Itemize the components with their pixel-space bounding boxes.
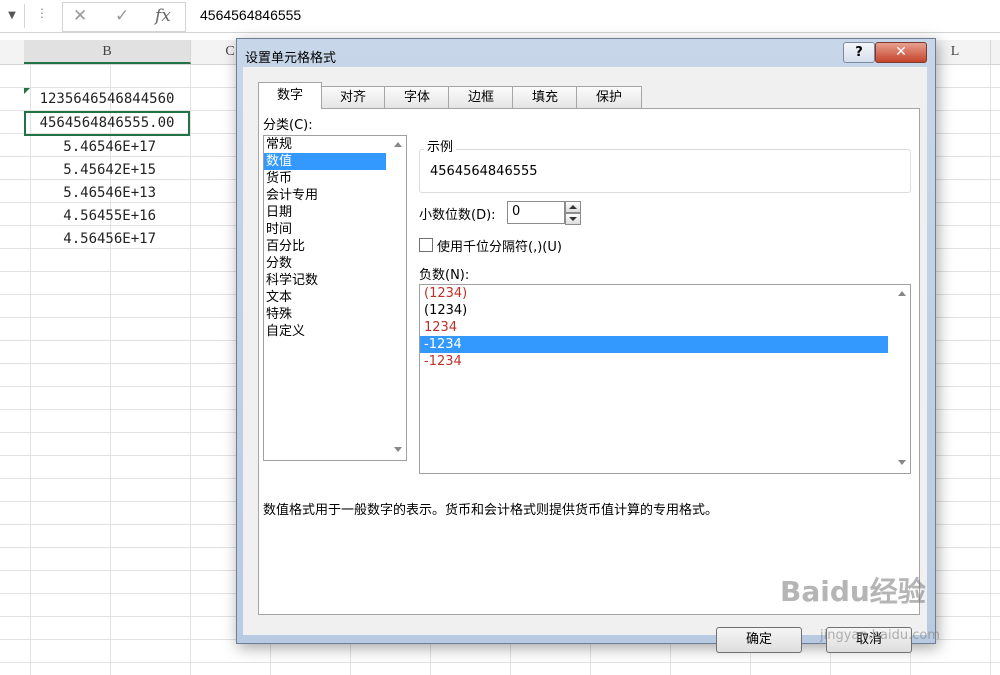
decimal-places-label: 小数位数(D): xyxy=(419,208,496,223)
name-box-dropdown[interactable]: ▼ xyxy=(0,4,25,28)
sample-value: 4564564846555 xyxy=(430,164,538,179)
format-description: 数值格式用于一般数字的表示。货币和会计格式则提供货币值计算的专用格式。 xyxy=(263,503,719,518)
category-item-number[interactable]: 数值 xyxy=(264,153,386,170)
tab-font[interactable]: 字体 xyxy=(384,86,450,108)
tab-border[interactable]: 边框 xyxy=(448,86,514,108)
category-item-accounting[interactable]: 会计专用 xyxy=(264,187,386,204)
watermark-url: jingyan.baidu.com xyxy=(820,628,940,643)
category-item-text[interactable]: 文本 xyxy=(264,289,386,306)
negative-scrollbar[interactable] xyxy=(894,285,910,471)
negative-option-selected[interactable]: -1234 xyxy=(420,336,888,353)
negative-option[interactable]: (1234) xyxy=(420,302,888,319)
scroll-down-icon[interactable] xyxy=(394,447,402,452)
category-scrollbar[interactable] xyxy=(390,136,406,458)
category-list[interactable]: 常规 数值 货币 会计专用 日期 时间 百分比 分数 科学记数 文本 特殊 自定… xyxy=(263,135,407,461)
cell-b5[interactable]: 5.45642E+15 xyxy=(24,159,190,182)
formula-bar: ▼ ⋮ ✕ ✓ fx 4564564846555 xyxy=(0,0,1000,33)
column-header-b[interactable]: B xyxy=(24,40,191,64)
cell-b8[interactable]: 4.56456E+17 xyxy=(24,228,190,251)
category-item-general[interactable]: 常规 xyxy=(264,136,386,153)
chevron-down-icon xyxy=(569,217,577,221)
category-item-currency[interactable]: 货币 xyxy=(264,170,386,187)
increment-button[interactable] xyxy=(565,201,581,213)
sample-label: 示例 xyxy=(424,136,457,155)
insert-function-icon[interactable]: fx xyxy=(155,6,171,26)
formula-input[interactable]: 4564564846555 xyxy=(200,7,301,23)
cell-b6[interactable]: 5.46546E+13 xyxy=(24,182,190,205)
thousands-separator-label[interactable]: 使用千位分隔符(,)(U) xyxy=(437,236,562,255)
formula-bar-grip-icon: ⋮ xyxy=(36,6,48,20)
number-tab-panel: 分类(C): 常规 数值 货币 会计专用 日期 时间 百分比 分数 科学记数 文… xyxy=(258,108,920,615)
chevron-up-icon xyxy=(569,205,577,209)
negative-option[interactable]: 1234 xyxy=(420,319,888,336)
error-indicator-icon[interactable] xyxy=(24,88,30,94)
scroll-down-icon[interactable] xyxy=(898,460,906,465)
tab-fill[interactable]: 填充 xyxy=(512,86,578,108)
category-item-special[interactable]: 特殊 xyxy=(264,306,386,323)
category-label: 分类(C): xyxy=(263,118,313,133)
category-item-custom[interactable]: 自定义 xyxy=(264,323,386,340)
help-button[interactable]: ? xyxy=(843,42,875,63)
tab-number[interactable]: 数字 xyxy=(258,82,322,109)
negative-option[interactable]: -1234 xyxy=(420,353,888,370)
category-item-scientific[interactable]: 科学记数 xyxy=(264,272,386,289)
confirm-entry-icon[interactable]: ✓ xyxy=(115,6,129,26)
dialog-body: 数字 对齐 字体 边框 填充 保护 分类(C): 常规 数值 货币 会计专用 日… xyxy=(243,67,927,653)
decrement-button[interactable] xyxy=(565,213,581,225)
sample-group: 4564564846555 xyxy=(419,149,911,193)
decimal-places-value: 0 xyxy=(512,204,521,219)
cell-b7[interactable]: 4.56455E+16 xyxy=(24,205,190,228)
cancel-entry-icon[interactable]: ✕ xyxy=(73,6,87,26)
close-button[interactable]: ✕ xyxy=(875,42,927,63)
decimal-places-stepper[interactable] xyxy=(565,201,581,225)
column-b-cells: 1235646546844560 4564564846555.00 5.4654… xyxy=(24,88,190,251)
negative-numbers-list[interactable]: (1234) (1234) 1234 -1234 -1234 xyxy=(419,284,911,474)
scroll-up-icon[interactable] xyxy=(394,142,402,147)
category-item-fraction[interactable]: 分数 xyxy=(264,255,386,272)
format-cells-dialog: 设置单元格格式 ? ✕ 数字 对齐 字体 边框 填充 保护 分类(C): 常规 … xyxy=(236,38,936,653)
thousands-separator-checkbox[interactable] xyxy=(419,238,433,252)
category-item-time[interactable]: 时间 xyxy=(264,221,386,238)
formula-bar-buttons: ✕ ✓ fx xyxy=(62,2,186,32)
decimal-places-input[interactable]: 0 xyxy=(507,201,565,224)
ok-button[interactable]: 确定 xyxy=(716,627,802,653)
scroll-up-icon[interactable] xyxy=(898,291,906,296)
category-item-date[interactable]: 日期 xyxy=(264,204,386,221)
cell-b2[interactable]: 1235646546844560 xyxy=(24,88,190,111)
cell-b4[interactable]: 5.46546E+17 xyxy=(24,136,190,159)
watermark-logo: Baidu经验 xyxy=(780,575,926,608)
category-item-percentage[interactable]: 百分比 xyxy=(264,238,386,255)
dialog-title: 设置单元格格式 xyxy=(245,51,337,66)
tab-alignment[interactable]: 对齐 xyxy=(320,86,386,108)
negative-numbers-label: 负数(N): xyxy=(419,268,470,283)
tab-protection[interactable]: 保护 xyxy=(576,86,642,108)
cell-b3-active[interactable]: 4564564846555.00 xyxy=(24,111,190,136)
negative-option[interactable]: (1234) xyxy=(420,285,888,302)
